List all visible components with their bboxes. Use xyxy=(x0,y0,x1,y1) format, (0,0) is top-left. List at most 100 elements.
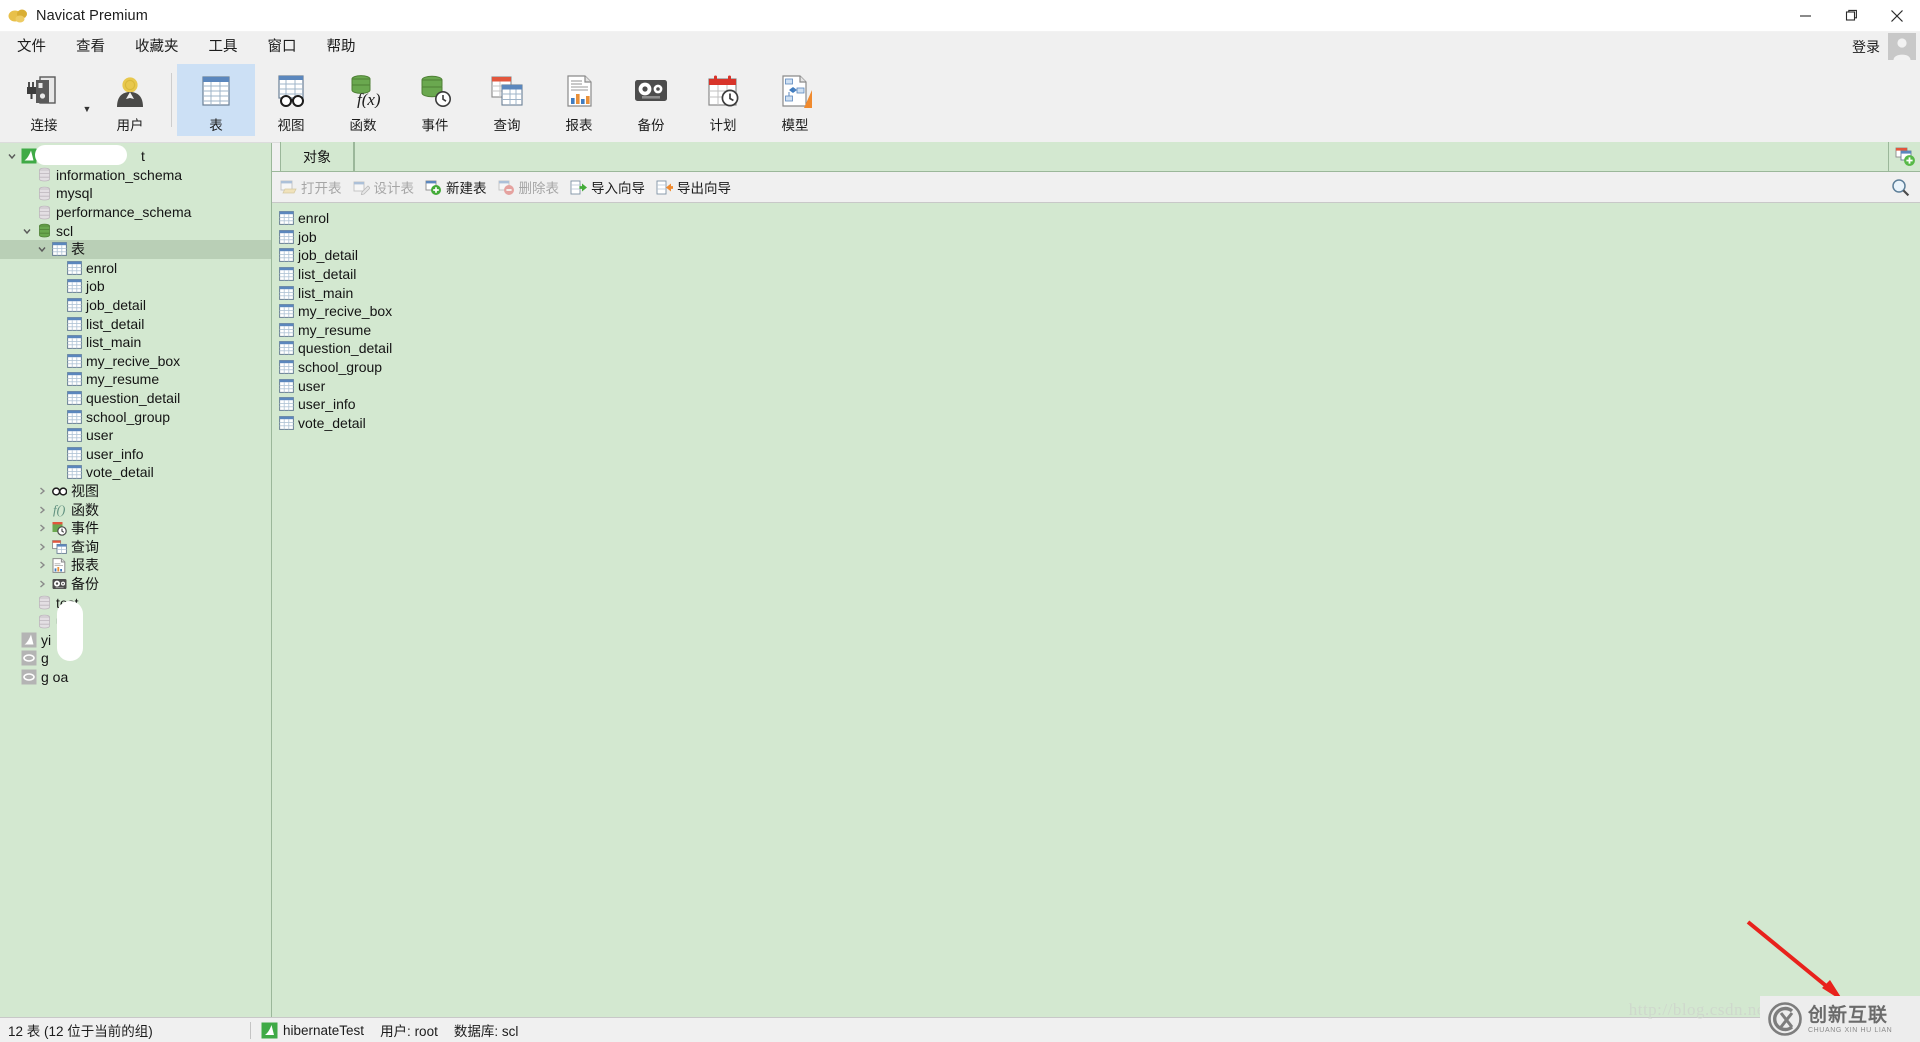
toolbar-report[interactable]: 报表 xyxy=(543,64,615,136)
menu-favorites[interactable]: 收藏夹 xyxy=(122,35,192,59)
chevron-right-icon[interactable] xyxy=(34,486,50,496)
import-wizard-button[interactable]: 导入向导 xyxy=(570,177,645,197)
toolbar-query[interactable]: 查询 xyxy=(471,64,543,136)
tree-item-vote-detail[interactable]: vote_detail xyxy=(0,463,271,482)
object-row[interactable]: enrol xyxy=(276,209,1920,228)
menu-window[interactable]: 窗口 xyxy=(255,35,310,59)
tree-item-ue[interactable]: ue xyxy=(0,612,271,631)
object-row[interactable]: job_detail xyxy=(276,246,1920,265)
maximize-button[interactable] xyxy=(1828,0,1874,32)
tree-item-user-info[interactable]: user_info xyxy=(0,445,271,464)
menu-tools[interactable]: 工具 xyxy=(196,35,251,59)
login-button[interactable]: 登录 xyxy=(1852,37,1880,57)
tree-item-查询[interactable]: 查询 xyxy=(0,537,271,556)
new-table-label: 新建表 xyxy=(446,181,487,196)
tree-item-mysql[interactable]: mysql xyxy=(0,184,271,203)
chevron-right-icon[interactable] xyxy=(34,560,50,570)
toolbar-backup[interactable]: 备份 xyxy=(615,64,687,136)
close-button[interactable] xyxy=(1874,0,1920,32)
connection-dropdown-arrow-icon[interactable]: ▼ xyxy=(80,104,94,114)
object-row[interactable]: school_group xyxy=(276,358,1920,377)
object-row[interactable]: job xyxy=(276,228,1920,247)
chevron-down-icon[interactable] xyxy=(34,244,50,254)
tree-item-enrol[interactable]: enrol xyxy=(0,259,271,278)
tree-item-g[interactable]: g xyxy=(0,649,271,668)
database-tree: t information_schema mysql performance_sche… xyxy=(0,143,271,686)
tree-item-表[interactable]: 表 xyxy=(0,239,271,259)
menu-help[interactable]: 帮助 xyxy=(314,35,369,59)
table-folder-icon xyxy=(50,242,68,257)
object-row[interactable]: user_info xyxy=(276,395,1920,414)
svg-text:f(x): f(x) xyxy=(357,90,381,108)
toolbar-user[interactable]: 用户 xyxy=(94,64,166,136)
tree-item-information-schema[interactable]: information_schema xyxy=(0,166,271,185)
tree-item-事件[interactable]: 事件 xyxy=(0,519,271,538)
backup-icon xyxy=(633,72,669,110)
menu-file[interactable]: 文件 xyxy=(4,35,59,59)
main-toolbar: 连接 ▼ 用户 表 视图 f(x) 函数 事件 查询 报表 备份 计划 模型 xyxy=(0,61,1920,143)
tree-item-job-detail[interactable]: job_detail xyxy=(0,296,271,315)
object-row[interactable]: vote_detail xyxy=(276,414,1920,433)
database-grey-icon xyxy=(35,595,53,610)
chevron-right-icon[interactable] xyxy=(34,505,50,515)
open-table-button[interactable]: 打开表 xyxy=(280,177,342,197)
tree-item-performance-schema[interactable]: performance_schema xyxy=(0,203,271,222)
design-table-button[interactable]: 设计表 xyxy=(353,177,414,197)
tree-item-list-main[interactable]: list_main xyxy=(0,333,271,352)
tree-item-test[interactable]: test xyxy=(0,593,271,612)
object-list[interactable]: enrol job job_detail list_detail list_main my… xyxy=(272,203,1920,1017)
chevron-right-icon[interactable] xyxy=(34,542,50,552)
export-wizard-button[interactable]: 导出向导 xyxy=(656,177,731,197)
menu-view[interactable]: 查看 xyxy=(63,35,118,59)
toolbar-table[interactable]: 表 xyxy=(177,64,255,136)
object-row[interactable]: my_recive_box xyxy=(276,302,1920,321)
tree-item-备份[interactable]: 备份 xyxy=(0,575,271,594)
new-tab-icon[interactable] xyxy=(1888,142,1920,171)
toolbar-event[interactable]: 事件 xyxy=(399,64,471,136)
object-row[interactable]: list_main xyxy=(276,283,1920,302)
tree-item-my-recive-box[interactable]: my_recive_box xyxy=(0,352,271,371)
tree-item-job[interactable]: job xyxy=(0,277,271,296)
object-row-label: question_detail xyxy=(298,340,393,357)
tree-item-label: scl xyxy=(56,222,74,239)
toolbar-connection[interactable]: 连接 xyxy=(8,64,80,136)
tab-objects[interactable]: 对象 xyxy=(280,142,354,171)
object-row[interactable]: my_resume xyxy=(276,321,1920,340)
tree-item-school-group[interactable]: school_group xyxy=(0,407,271,426)
table-icon xyxy=(278,341,295,356)
table-icon xyxy=(65,465,83,480)
tree-item-g----oa[interactable]: g oa xyxy=(0,668,271,687)
object-row[interactable]: question_detail xyxy=(276,339,1920,358)
toolbar-schedule[interactable]: 计划 xyxy=(687,64,759,136)
toolbar-function[interactable]: f(x) 函数 xyxy=(327,64,399,136)
chevron-right-icon[interactable] xyxy=(34,523,50,533)
table-icon xyxy=(278,229,295,244)
object-row[interactable]: list_detail xyxy=(276,265,1920,284)
minimize-button[interactable] xyxy=(1782,0,1828,32)
tree-item-user[interactable]: user xyxy=(0,426,271,445)
chevron-right-icon[interactable] xyxy=(34,579,50,589)
new-table-button[interactable]: 新建表 xyxy=(425,177,487,197)
tree-item-yi[interactable]: yi xyxy=(0,630,271,649)
toolbar-backup-label: 备份 xyxy=(637,118,665,133)
tree-item-报表[interactable]: 报表 xyxy=(0,556,271,575)
chevron-down-icon[interactable] xyxy=(19,226,35,236)
object-row-label: my_recive_box xyxy=(298,303,393,320)
delete-table-button[interactable]: 删除表 xyxy=(498,177,559,197)
object-row[interactable]: user xyxy=(276,376,1920,395)
toolbar-model[interactable]: 模型 xyxy=(759,64,831,136)
chevron-down-icon[interactable] xyxy=(4,151,20,161)
tree-item-label: enrol xyxy=(86,259,118,276)
search-icon[interactable] xyxy=(1891,178,1910,202)
tree-item-question-detail[interactable]: question_detail xyxy=(0,389,271,408)
tree-item-函数[interactable]: f() 函数 xyxy=(0,500,271,519)
tree-item-list-detail[interactable]: list_detail xyxy=(0,314,271,333)
user-avatar-icon[interactable] xyxy=(1888,33,1916,60)
status-connection-name: hibernateTest xyxy=(283,1022,365,1038)
toolbar-view[interactable]: 视图 xyxy=(255,64,327,136)
tab-strip: 对象 xyxy=(272,142,1920,172)
tree-item-视图[interactable]: 视图 xyxy=(0,482,271,501)
tree-item-scl[interactable]: scl xyxy=(0,221,271,240)
window-title: Navicat Premium xyxy=(36,7,148,24)
tree-item-my-resume[interactable]: my_resume xyxy=(0,370,271,389)
